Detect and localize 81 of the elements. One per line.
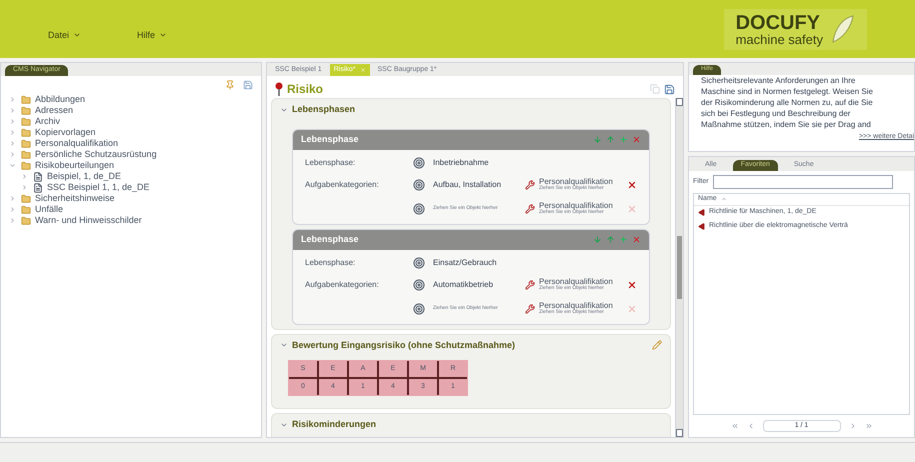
menu-item[interactable]: Datei — [48, 28, 82, 42]
save-icon[interactable] — [664, 84, 675, 94]
tree-item[interactable]: Adressen — [35, 104, 74, 118]
first-page-icon[interactable] — [730, 422, 738, 430]
remove-icon[interactable] — [627, 180, 637, 190]
help-text: Sicherheitsrelevante Anforderungen an Ihre — [701, 75, 856, 86]
logo-brand: DOCUFY — [736, 12, 820, 32]
field-label: Lebensphase: — [305, 156, 356, 168]
field-label: Aufgabenkategorien: — [305, 178, 380, 190]
edit-icon[interactable] — [652, 340, 662, 350]
last-page-icon[interactable] — [864, 422, 872, 430]
document-icon — [33, 172, 43, 182]
field-label: Aufgabenkategorien: — [305, 278, 380, 290]
field-value: Einsatz/Gebrauch — [433, 256, 497, 268]
help-text: Maßnahme stützen, indem Sie sie per Drag and — [701, 119, 872, 130]
folder-icon — [21, 216, 31, 226]
delete-icon[interactable] — [632, 135, 641, 144]
wrench-icon — [525, 280, 535, 290]
filter-field[interactable] — [712, 175, 893, 189]
qualification-label: Personalqualifikation — [539, 302, 614, 310]
folder-icon — [21, 204, 31, 214]
folder-icon — [21, 138, 31, 148]
leaf-icon — [831, 14, 855, 44]
editor-title: Risiko — [287, 81, 324, 98]
add-icon[interactable] — [619, 135, 628, 144]
target-icon — [413, 202, 425, 214]
target-icon — [413, 302, 425, 314]
qualification-label: Personalqualifikation — [539, 278, 614, 286]
close-icon[interactable] — [360, 67, 366, 73]
scrollbar[interactable] — [675, 98, 683, 437]
tree-item[interactable]: Personalqualifikation — [35, 136, 118, 150]
section-title: Risikominderungen — [292, 418, 376, 431]
qualification-label: Personalqualifikation — [539, 178, 614, 186]
pin-icon — [275, 82, 283, 96]
logo-tagline: machine safety — [736, 32, 823, 46]
help-text: sich bei Festlegung und Beschreibung der — [701, 108, 852, 119]
tree-item[interactable]: Risikobeurteilungen — [35, 158, 114, 172]
tree-item[interactable]: Kopiervorlagen — [35, 126, 96, 140]
phase-title: Lebensphase — [301, 232, 359, 246]
folder-icon — [21, 194, 31, 204]
wrench-icon — [525, 180, 535, 190]
folder-icon — [21, 128, 31, 138]
field-value: Automatikbetrieb — [433, 278, 494, 290]
tree-item[interactable]: Abbildungen — [35, 92, 86, 106]
target-icon — [413, 278, 425, 290]
target-icon — [413, 178, 425, 190]
tree-item[interactable]: Unfälle — [35, 202, 64, 216]
tree-item[interactable]: Warn- und Hinweisschilder — [35, 214, 142, 228]
save-icon[interactable] — [243, 80, 253, 90]
document-icon — [33, 182, 43, 192]
qualification-label: Personalqualifikation — [539, 202, 614, 210]
field-label: Lebensphase: — [305, 256, 356, 268]
delete-icon[interactable] — [632, 235, 641, 244]
copy-icon[interactable] — [650, 84, 660, 94]
remove-icon[interactable] — [627, 280, 637, 290]
section-title: Lebensphasen — [292, 103, 356, 116]
wrench-icon — [525, 304, 535, 314]
folder-icon — [21, 106, 31, 116]
add-icon[interactable] — [619, 235, 628, 244]
target-icon — [413, 256, 425, 268]
help-text: der Risikominderung alle Normen zu, auf die Sie — [701, 97, 874, 108]
pin-icon[interactable] — [225, 80, 235, 90]
folder-icon — [21, 116, 31, 126]
tree-item[interactable]: SSC Beispiel 1, 1, de_DE — [47, 180, 150, 194]
folder-icon — [21, 94, 31, 104]
section-title: Bewertung Eingangsrisiko (ohne Schutzmaßnahme) — [292, 338, 516, 352]
menu-item[interactable]: Hilfe — [137, 28, 168, 42]
folder-icon — [21, 150, 31, 160]
sort-icon — [720, 196, 727, 202]
tree-item[interactable]: Beispiel, 1, de_DE — [47, 170, 122, 184]
phase-title: Lebensphase — [301, 132, 359, 146]
tree-item[interactable]: Archiv — [35, 114, 60, 128]
wrench-icon — [525, 204, 535, 214]
field-value: Aufbau, Installation — [433, 178, 502, 190]
help-text: Maschine sind in Normen festgelegt. Weisen Sie — [701, 86, 874, 97]
collapse-icon[interactable] — [9, 162, 17, 169]
field-value: Inbetriebnahme — [433, 156, 489, 168]
folder-icon — [21, 160, 31, 170]
target-icon — [413, 156, 425, 168]
tree-item[interactable]: Sicherheitshinweise — [35, 192, 115, 206]
tree-item[interactable]: Persönliche Schutzausrüstung — [35, 148, 157, 162]
